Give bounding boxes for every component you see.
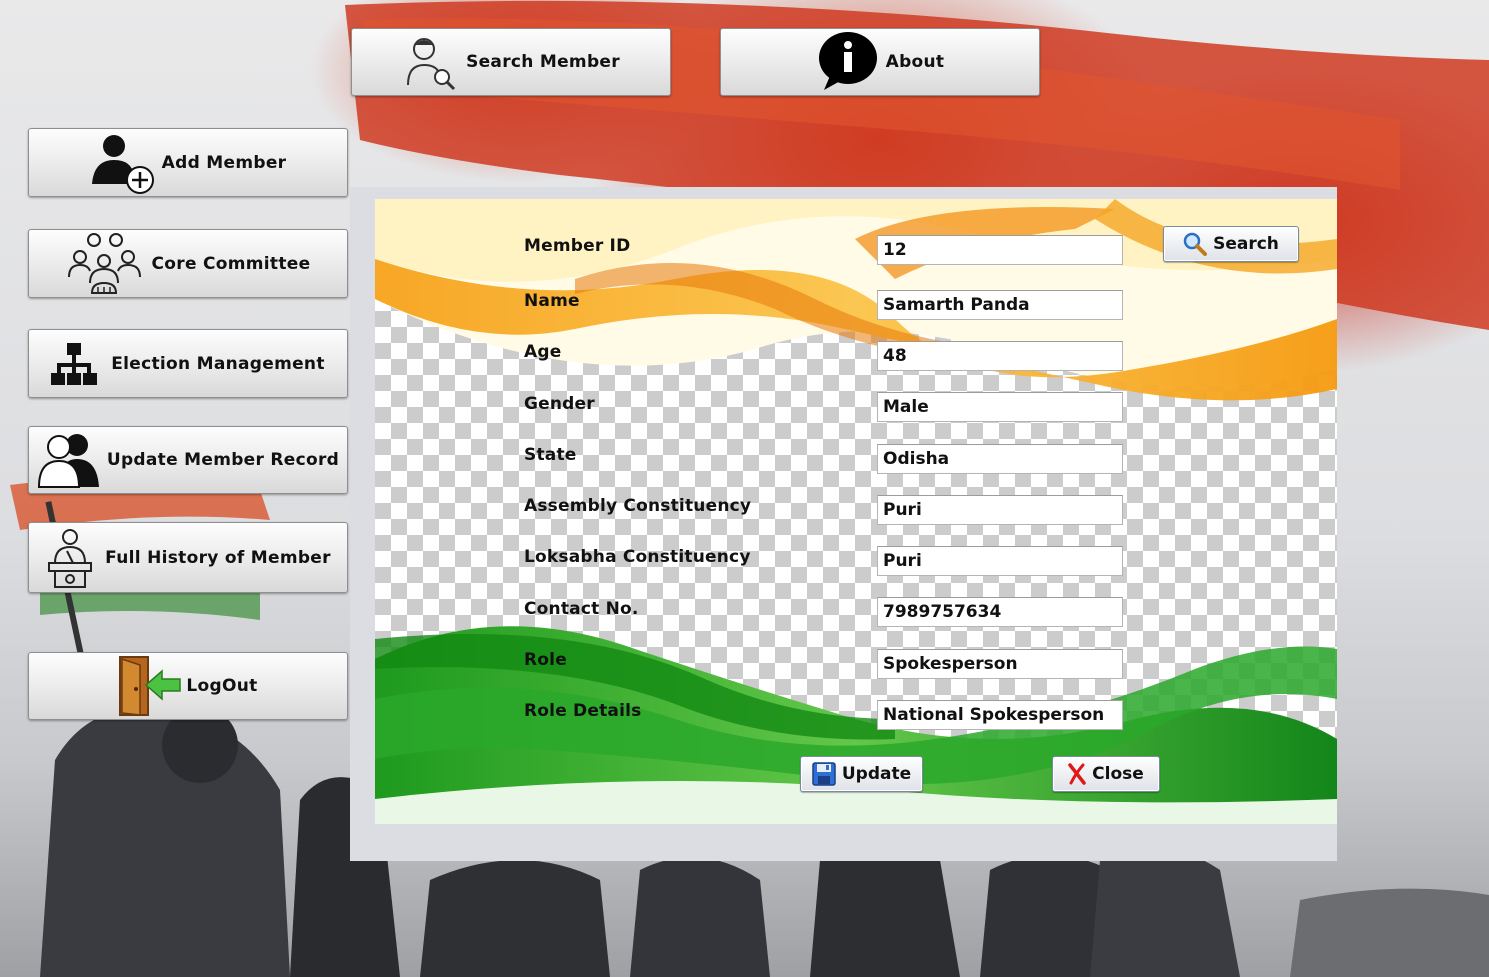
loksabha-constituency-label: Loksabha Constituency <box>524 547 751 567</box>
member-id-field[interactable] <box>877 235 1123 265</box>
member-form-panel: Member ID Name Age Gender State Assembly… <box>350 187 1337 861</box>
member-id-label: Member ID <box>524 236 631 256</box>
search-button[interactable]: Search <box>1163 226 1299 262</box>
save-disk-icon <box>812 762 836 786</box>
sidebar-item-label: Election Management <box>111 353 325 374</box>
hierarchy-icon <box>51 341 98 387</box>
close-button[interactable]: Close <box>1052 756 1160 792</box>
sidebar-item-add-member[interactable]: Add Member <box>28 128 348 197</box>
age-label: Age <box>524 342 562 362</box>
search-button-label: Search <box>1213 234 1279 254</box>
sidebar-item-core-committee[interactable]: Core Committee <box>28 229 348 298</box>
group-icon <box>66 231 146 297</box>
update-button-label: Update <box>841 764 912 784</box>
sidebar-item-update-member-record[interactable]: Update Member Record <box>28 426 348 494</box>
logout-door-icon <box>118 655 182 717</box>
assembly-constituency-label: Assembly Constituency <box>524 496 752 516</box>
tricolor-waves-background <box>375 199 1337 824</box>
update-button[interactable]: Update <box>800 756 923 792</box>
close-button-label: Close <box>1092 764 1144 784</box>
about-button[interactable]: About <box>720 28 1040 96</box>
info-icon <box>816 30 880 94</box>
contact-no-field[interactable] <box>877 597 1123 627</box>
role-details-field[interactable] <box>877 700 1123 730</box>
add-user-icon <box>90 132 156 194</box>
about-label: About <box>885 52 945 72</box>
close-x-icon <box>1068 763 1086 785</box>
sidebar-item-full-history[interactable]: Full History of Member <box>28 522 348 593</box>
users-icon <box>37 431 101 489</box>
sidebar-item-label: Core Committee <box>151 253 311 274</box>
logout-label: LogOut <box>186 676 258 696</box>
assembly-constituency-field[interactable] <box>877 495 1123 525</box>
sidebar-item-label: Full History of Member <box>105 547 331 568</box>
search-member-button[interactable]: Search Member <box>351 28 671 96</box>
name-label: Name <box>524 291 580 311</box>
loksabha-constituency-field[interactable] <box>877 546 1123 576</box>
contact-no-label: Contact No. <box>524 599 639 619</box>
role-field[interactable] <box>877 649 1123 679</box>
state-label: State <box>524 445 577 465</box>
sidebar-item-label: Update Member Record <box>106 450 340 470</box>
member-form: Member ID Name Age Gender State Assembly… <box>375 199 1337 824</box>
gender-field[interactable] <box>877 392 1123 422</box>
speaker-icon <box>45 527 95 589</box>
gender-label: Gender <box>524 394 595 414</box>
role-label: Role <box>524 650 567 670</box>
sidebar-item-election-management[interactable]: Election Management <box>28 329 348 398</box>
magnifier-icon <box>1183 232 1208 256</box>
state-field[interactable] <box>877 444 1123 474</box>
sidebar-item-label: Add Member <box>161 152 287 173</box>
search-member-label: Search Member <box>466 52 620 72</box>
logout-button[interactable]: LogOut <box>28 652 348 720</box>
member-search-icon <box>402 33 460 91</box>
role-details-label: Role Details <box>524 701 642 721</box>
age-field[interactable] <box>877 341 1123 371</box>
name-field[interactable] <box>877 290 1123 320</box>
